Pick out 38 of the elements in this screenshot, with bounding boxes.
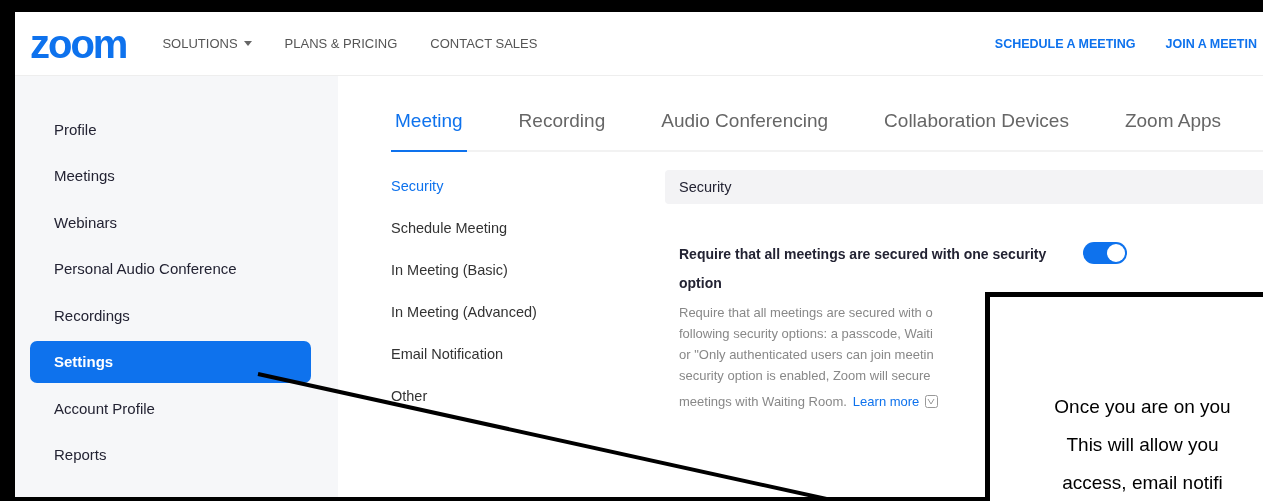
tab[interactable]: Zoom Apps (1120, 110, 1226, 152)
logo[interactable]: zoom (30, 23, 127, 64)
sidebar-item[interactable]: Webinars (30, 201, 311, 243)
nav-link[interactable]: SOLUTIONS (162, 36, 252, 51)
sidebar-item[interactable]: Recordings (30, 294, 311, 336)
section-header: Security (665, 170, 1263, 204)
video-icon (925, 395, 939, 408)
tab[interactable]: Meeting (391, 110, 467, 152)
tab[interactable]: Audio Conferencing (657, 110, 833, 152)
sidebar-item[interactable]: Personal Audio Conference (30, 247, 311, 290)
tab[interactable]: Collaboration Devices (880, 110, 1073, 152)
nav-link[interactable]: CONTACT SALES (430, 36, 538, 51)
sidebar-item[interactable]: Settings (30, 340, 311, 383)
subnav-link[interactable]: Security (391, 178, 665, 220)
sidebar-item[interactable]: Reports (30, 433, 311, 476)
sidebar-item[interactable]: Profile (30, 108, 311, 150)
subnav-link[interactable]: In Meeting (Advanced) (391, 304, 665, 346)
callout-text: This will allow you (1066, 433, 1219, 457)
sidebar-item[interactable]: Account Profile (30, 387, 311, 429)
nav-link[interactable]: PLANS & PRICING (284, 36, 398, 51)
setting-description: meetings with Waiting Room. (679, 393, 847, 411)
tab[interactable]: Recording (514, 110, 610, 152)
callout-text: access, email notifi (1062, 471, 1223, 495)
subnav-link[interactable]: In Meeting (Basic) (391, 262, 665, 304)
setting-description: Require that all meetings are secured with o (679, 304, 934, 322)
setting-description: following security options: a passcode, Waiti (679, 325, 934, 343)
toggle-switch[interactable] (1083, 242, 1127, 264)
learn-more-link[interactable]: Learn more (852, 394, 920, 409)
setting-title: Require that all meetings are secured with one security option (679, 245, 1048, 293)
sidebar-item[interactable]: Meetings (30, 154, 311, 197)
setting-description: or "Only authenticated users can join meetin (679, 346, 935, 364)
subnav-link[interactable]: Other (391, 388, 665, 430)
subnav-link[interactable]: Email Notification (391, 346, 665, 388)
header-link[interactable]: SCHEDULE A MEETING (994, 36, 1136, 51)
setting-description: security option is enabled, Zoom will secure (679, 367, 932, 385)
callout-text: Once you are on you (1054, 395, 1231, 419)
header-link[interactable]: JOIN A MEETIN (1165, 36, 1257, 51)
subnav-link[interactable]: Schedule Meeting (391, 220, 665, 262)
